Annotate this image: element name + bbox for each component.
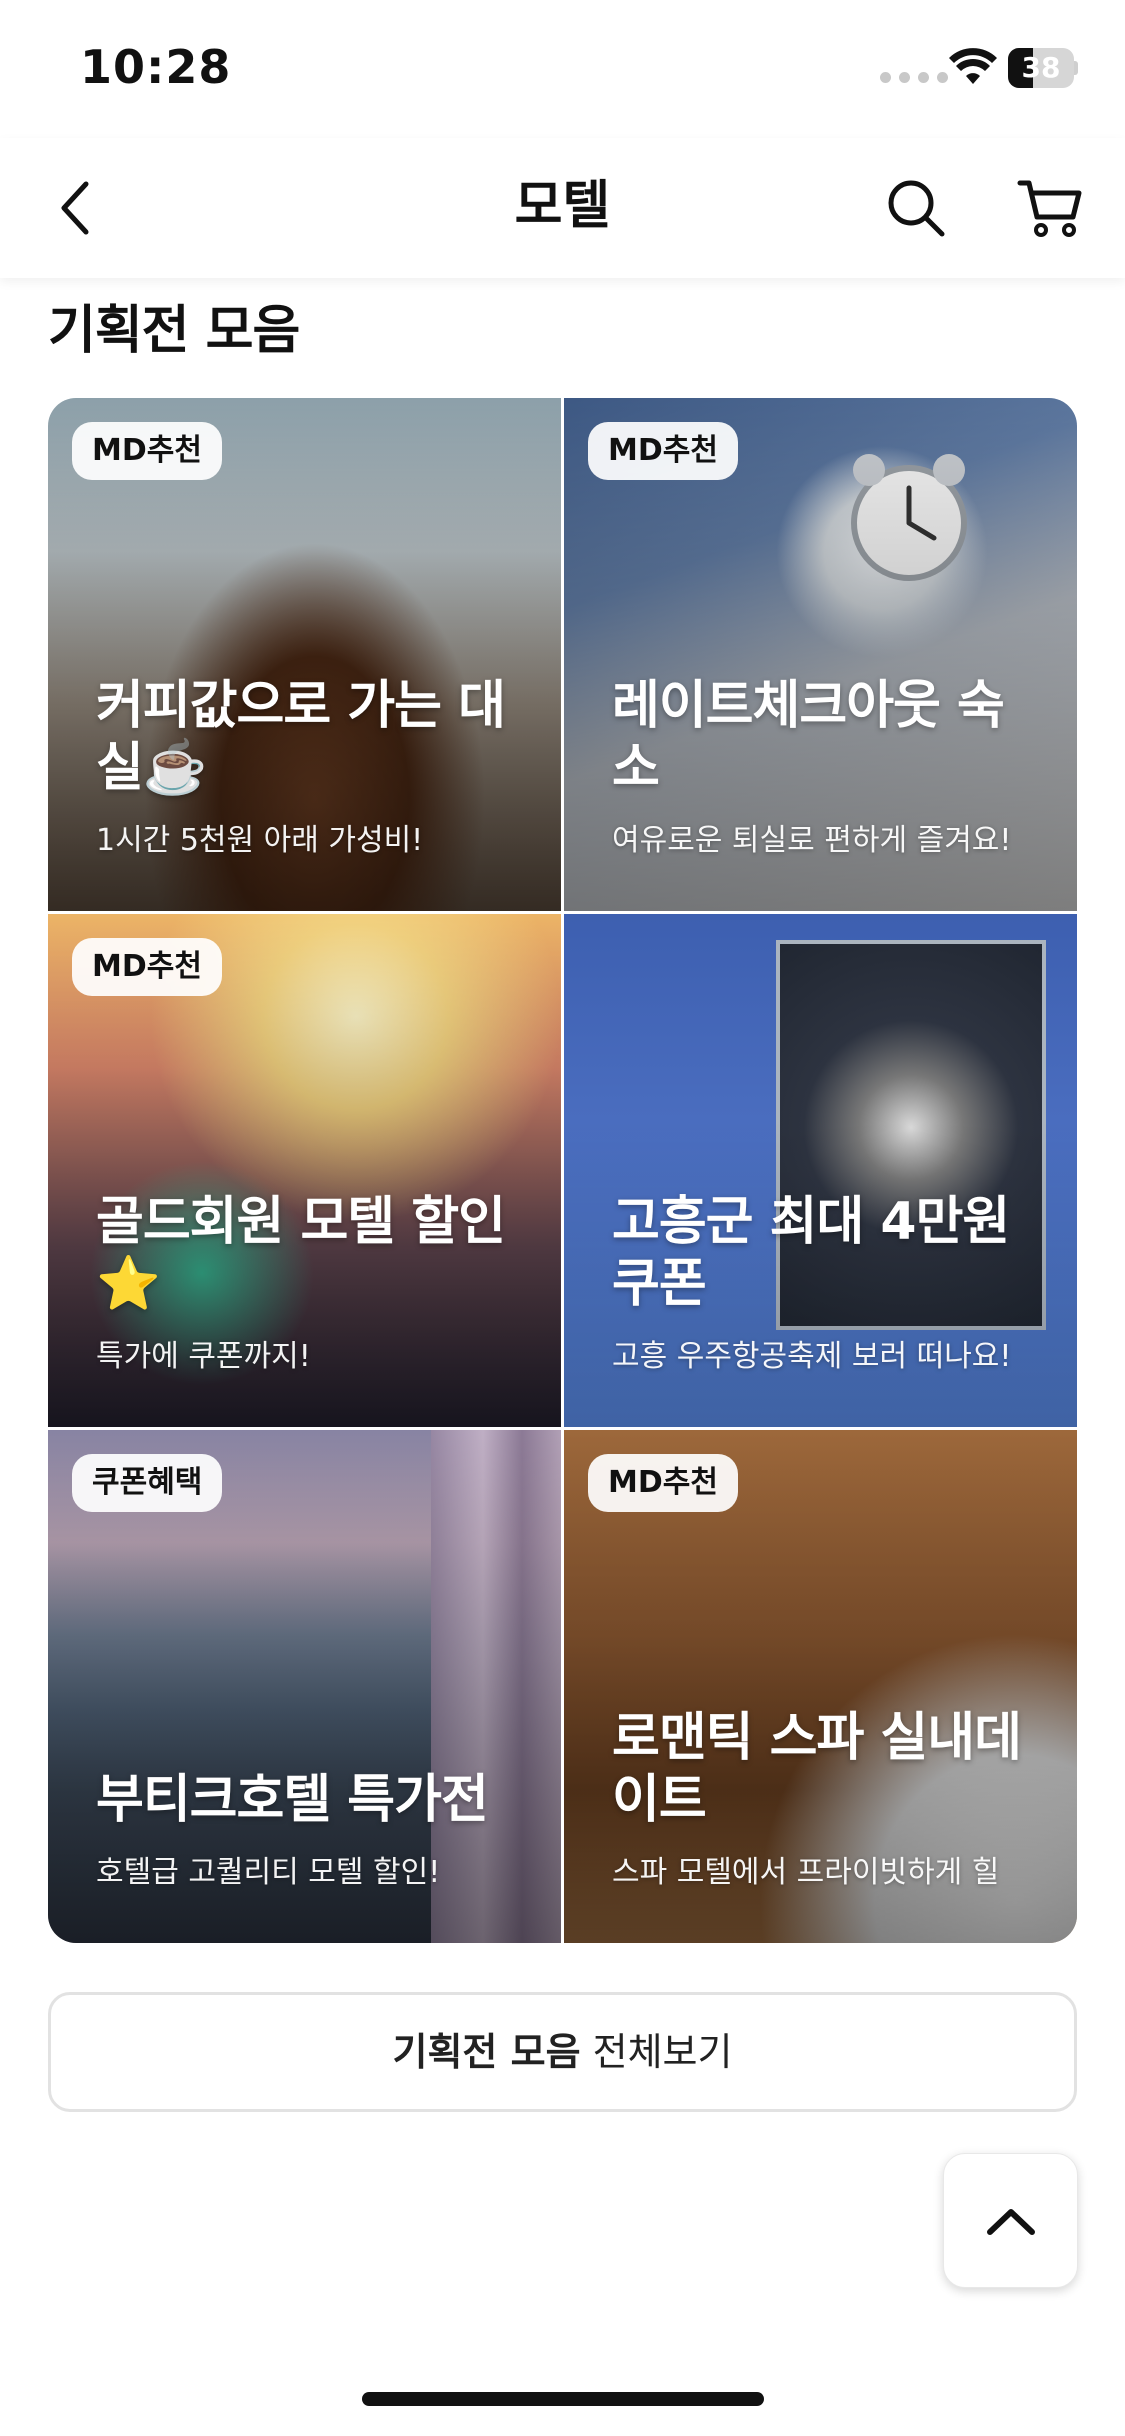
card-subtitle: 고흥 우주항공축제 보러 떠나요! bbox=[612, 1339, 1012, 1374]
promo-card-gold-member[interactable]: MD추천 골드회원 모텔 할인⭐️ 특가에 쿠폰까지! bbox=[48, 914, 561, 1427]
promotion-grid: MD추천 커피값으로 가는 대실☕️ 1시간 5천원 아래 가성비! MD추천 … bbox=[48, 398, 1077, 1943]
card-badge: MD추천 bbox=[72, 938, 222, 996]
wifi-icon bbox=[949, 48, 997, 84]
card-title: 커피값으로 가는 대실☕️ bbox=[96, 676, 506, 798]
battery-icon: 38 bbox=[1008, 48, 1078, 88]
nav-bar: 모텔 bbox=[0, 138, 1125, 278]
promo-card-late-checkout[interactable]: MD추천 레이트체크아웃 숙소 여유로운 퇴실로 편하게 즐겨요! bbox=[564, 398, 1077, 911]
card-title: 부티크호텔 특가전 bbox=[96, 1770, 489, 1830]
promo-card-boutique[interactable]: 쿠폰혜택 부티크호텔 특가전 호텔급 고퀄리티 모텔 할인! bbox=[48, 1430, 561, 1943]
battery-level: 38 bbox=[1021, 51, 1061, 84]
card-title: 레이트체크아웃 숙소 bbox=[612, 676, 1005, 798]
promo-card-goheung[interactable]: 고흥군 최대 4만원 쿠폰 고흥 우주항공축제 보러 떠나요! bbox=[564, 914, 1077, 1427]
card-badge: MD추천 bbox=[72, 422, 222, 480]
card-subtitle: 1시간 5천원 아래 가성비! bbox=[96, 823, 424, 858]
card-subtitle: 여유로운 퇴실로 편하게 즐겨요! bbox=[612, 823, 1012, 858]
view-all-button[interactable]: 기획전 모음 전체보기 bbox=[48, 1992, 1077, 2112]
card-subtitle: 특가에 쿠폰까지! bbox=[96, 1339, 311, 1374]
card-subtitle: 호텔급 고퀄리티 모텔 할인! bbox=[96, 1855, 441, 1890]
page-title: 모텔 bbox=[514, 176, 611, 236]
card-title: 고흥군 최대 4만원 쿠폰 bbox=[612, 1192, 1010, 1314]
chevron-up-icon bbox=[986, 2208, 1035, 2235]
search-icon bbox=[888, 180, 945, 237]
section-title: 기획전 모음 bbox=[48, 301, 300, 361]
card-title: 로맨틱 스파 실내데이트 bbox=[612, 1708, 1022, 1830]
cart-button[interactable] bbox=[1010, 170, 1090, 246]
scroll-top-button[interactable] bbox=[943, 2153, 1078, 2288]
promo-card-spa[interactable]: MD추천 로맨틱 스파 실내데이트 스파 모텔에서 프라이빗하게 힐 bbox=[564, 1430, 1077, 1943]
cart-icon bbox=[1017, 180, 1082, 237]
status-time: 10:28 bbox=[80, 40, 232, 94]
card-badge: MD추천 bbox=[588, 422, 738, 480]
card-subtitle: 스파 모텔에서 프라이빗하게 힐 bbox=[612, 1855, 1000, 1890]
promo-card-coffee[interactable]: MD추천 커피값으로 가는 대실☕️ 1시간 5천원 아래 가성비! bbox=[48, 398, 561, 911]
card-badge: MD추천 bbox=[588, 1454, 738, 1512]
page: 10:28 38 모텔 기획전 모음 MD추천 커피값으로 가는 대실☕️ 1시… bbox=[0, 0, 1125, 2436]
status-bar: 10:28 38 bbox=[0, 0, 1125, 138]
view-all-rest: 전체보기 bbox=[580, 2030, 733, 2074]
view-all-strong: 기획전 모음 bbox=[392, 2030, 581, 2074]
home-indicator bbox=[362, 2392, 764, 2406]
search-button[interactable] bbox=[878, 170, 954, 246]
cellular-icon bbox=[880, 72, 948, 83]
card-badge: 쿠폰혜택 bbox=[72, 1454, 223, 1512]
card-title: 골드회원 모텔 할인⭐️ bbox=[96, 1192, 506, 1314]
